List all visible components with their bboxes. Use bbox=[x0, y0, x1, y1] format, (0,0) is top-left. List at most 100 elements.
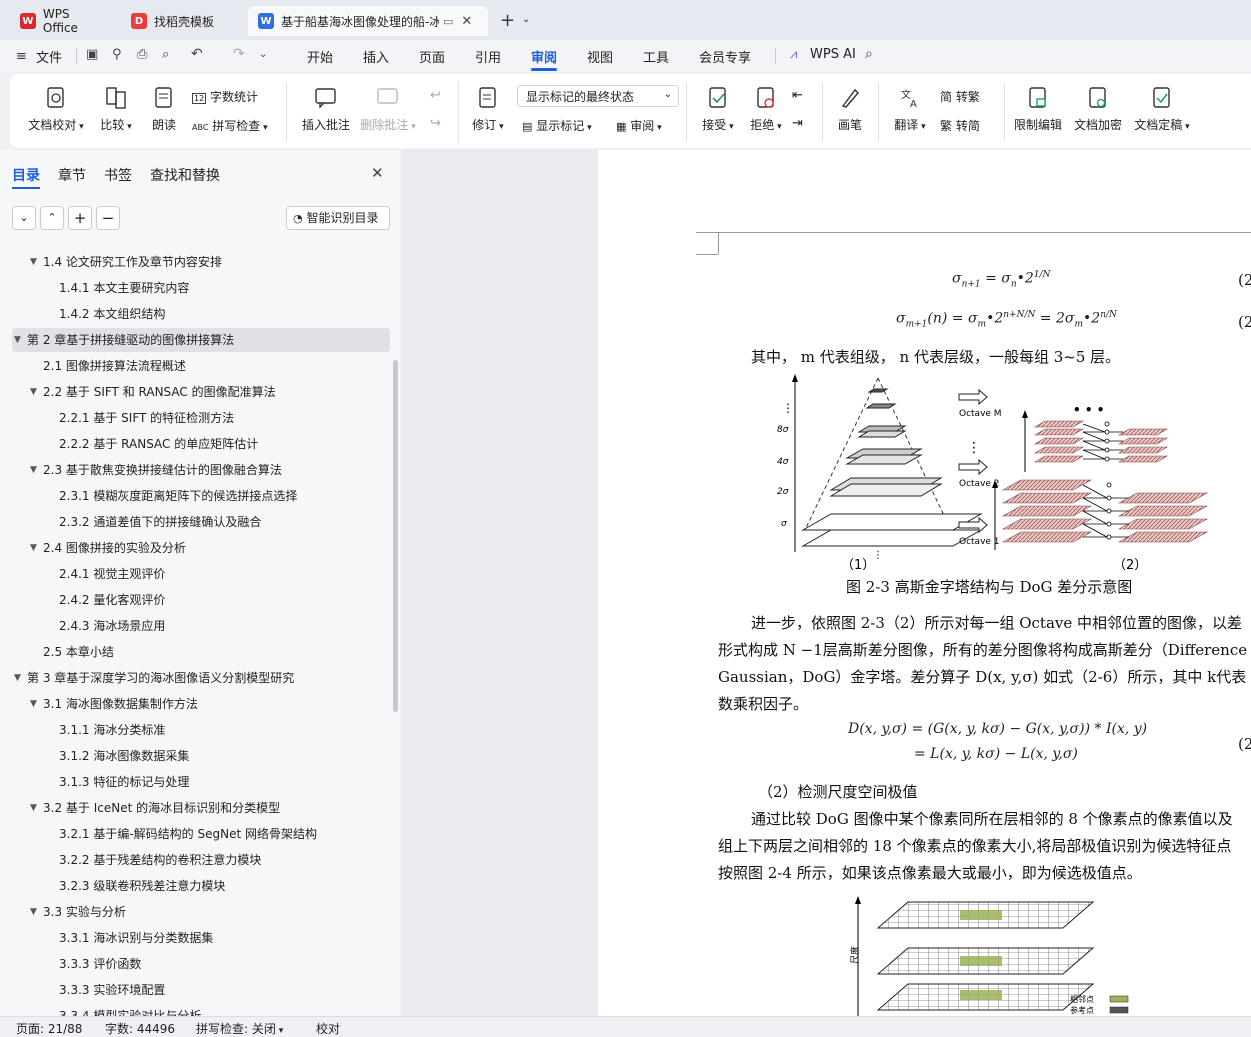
delete-comment-button[interactable]: 删除批注 ▾ bbox=[360, 86, 416, 133]
review-pane-button[interactable]: ▦ 审阅 ▾ bbox=[616, 117, 662, 134]
to-traditional-button[interactable]: 简 转繁 bbox=[940, 88, 980, 105]
expand-triangle-icon[interactable]: ▼ bbox=[30, 796, 37, 820]
toc-item[interactable]: 3.2.3 级联卷积残差注意力模块 bbox=[12, 874, 390, 898]
toc-item[interactable]: 3.2.1 基于编-解码结构的 SegNet 网络骨架结构 bbox=[12, 822, 390, 846]
remove-icon[interactable]: − bbox=[96, 206, 120, 230]
sidebar-tab-bookmark[interactable]: 书签 bbox=[104, 165, 132, 185]
undo-icon[interactable]: ↶ bbox=[191, 46, 203, 62]
tab-wps-office[interactable]: W WPS Office bbox=[10, 6, 118, 36]
toc-item[interactable]: 2.3.2 通道差值下的拼接缝确认及融合 bbox=[12, 510, 390, 534]
toc-item[interactable]: 2.4.2 量化客观评价 bbox=[12, 588, 390, 612]
toc-item[interactable]: 2.3.1 模糊灰度距离矩阵下的候选拼接点选择 bbox=[12, 484, 390, 508]
toc-item[interactable]: 2.2.1 基于 SIFT 的特征检测方法 bbox=[12, 406, 390, 430]
accept-button[interactable]: 接受 ▾ bbox=[696, 86, 740, 133]
toc-item[interactable]: 3.1.1 海冰分类标准 bbox=[12, 718, 390, 742]
collapse-up-icon[interactable]: ⌃ bbox=[40, 206, 64, 230]
expand-triangle-icon[interactable]: ▼ bbox=[30, 900, 37, 924]
sidebar-tab-toc[interactable]: 目录 bbox=[12, 165, 40, 185]
close-icon[interactable]: ✕ bbox=[461, 14, 472, 29]
toc-item[interactable]: ▼ 2.2 基于 SIFT 和 RANSAC 的图像配准算法 bbox=[12, 380, 390, 404]
pen-button[interactable]: 画笔 bbox=[832, 86, 868, 133]
encrypt-button[interactable]: 文档加密 bbox=[1072, 86, 1124, 133]
toc-item[interactable]: ▼ 3.1 海冰图像数据集制作方法 bbox=[12, 692, 390, 716]
toc-item[interactable]: ▼ 2.3 基于散焦变换拼接缝估计的图像融合算法 bbox=[12, 458, 390, 482]
wps-ai-icon[interactable]: ⩘ bbox=[790, 47, 797, 62]
menu-view[interactable]: 视图 bbox=[587, 47, 613, 66]
compare-button[interactable]: 比较 ▾ bbox=[96, 86, 136, 133]
menu-wps-ai[interactable]: WPS AI bbox=[810, 47, 856, 62]
next-revision-icon[interactable]: ⇥ bbox=[792, 116, 803, 131]
toc-item[interactable]: ▼ 2.4 图像拼接的实验及分析 bbox=[12, 536, 390, 560]
new-tab-icon[interactable]: + bbox=[500, 10, 515, 31]
toc-item[interactable]: 2.5 本章小结 bbox=[12, 640, 390, 664]
restrict-edit-button[interactable]: 限制编辑 bbox=[1012, 86, 1064, 133]
smart-toc-button[interactable]: ◔ 智能识别目录 bbox=[286, 206, 390, 230]
toc-item[interactable]: ▼ 3.3 实验与分析 bbox=[12, 900, 390, 924]
screen-icon[interactable]: ▭ bbox=[443, 15, 453, 28]
document-page[interactable]: σn+1 = σn•21/N (2 σm+1(n) = σm•2n+N/N = … bbox=[598, 150, 1251, 1016]
translate-button[interactable]: 文A 翻译 ▾ bbox=[888, 86, 932, 133]
menu-insert[interactable]: 插入 bbox=[363, 47, 389, 66]
save-icon[interactable]: ▣ bbox=[86, 47, 98, 62]
toc-item[interactable]: 3.1.2 海冰图像数据采集 bbox=[12, 744, 390, 768]
spell-check-status[interactable]: 拼写检查: 关闭 ▾ bbox=[196, 1020, 283, 1037]
menu-tools[interactable]: 工具 bbox=[643, 47, 669, 66]
share-icon[interactable]: ⚲ bbox=[112, 47, 122, 62]
expand-down-icon[interactable]: ⌄ bbox=[12, 206, 36, 230]
toc-item[interactable]: 2.1 图像拼接算法流程概述 bbox=[12, 354, 390, 378]
menu-file[interactable]: 文件 bbox=[36, 47, 62, 66]
toc-item[interactable]: 3.3.3 实验环境配置 bbox=[12, 978, 390, 1002]
tab-document[interactable]: W 基于船基海冰图像处理的船-冰 ▭ ✕ bbox=[248, 6, 488, 36]
search-icon[interactable]: ⌕ bbox=[865, 46, 873, 62]
redo-icon[interactable]: ↷ bbox=[233, 46, 245, 62]
insert-comment-button[interactable]: 插入批注 bbox=[298, 86, 354, 133]
menu-page[interactable]: 页面 bbox=[419, 47, 445, 66]
menu-reference[interactable]: 引用 bbox=[475, 47, 501, 66]
print-icon[interactable]: ⎙ bbox=[137, 47, 147, 62]
hamburger-icon[interactable]: ≡ bbox=[16, 49, 27, 64]
toc-item[interactable]: 2.4.1 视觉主观评价 bbox=[12, 562, 390, 586]
toc-item[interactable]: 3.1.3 特征的标记与处理 bbox=[12, 770, 390, 794]
menu-member[interactable]: 会员专享 bbox=[699, 47, 751, 66]
expand-triangle-icon[interactable]: ▼ bbox=[14, 328, 21, 352]
toc-item[interactable]: ▼ 第 2 章基于拼接缝驱动的图像拼接算法 bbox=[12, 328, 390, 352]
proofread-status[interactable]: 校对 bbox=[316, 1020, 340, 1037]
show-markup-button[interactable]: ▤ 显示标记 ▾ bbox=[522, 117, 592, 134]
expand-triangle-icon[interactable]: ▼ bbox=[30, 458, 37, 482]
menu-start[interactable]: 开始 bbox=[307, 47, 333, 66]
word-count[interactable]: 字数: 44496 bbox=[105, 1020, 175, 1037]
chevron-down-icon[interactable]: ⌄ bbox=[522, 14, 530, 25]
toc-item[interactable]: ▼ 第 3 章基于深度学习的海冰图像语义分割模型研究 bbox=[12, 666, 390, 690]
prev-revision-icon[interactable]: ⇤ bbox=[792, 88, 803, 103]
tab-template[interactable]: D 找稻壳模板 bbox=[121, 6, 245, 36]
add-icon[interactable]: + bbox=[68, 206, 92, 230]
scrollbar[interactable] bbox=[393, 360, 398, 712]
markup-state-select[interactable]: 显示标记的最终状态 ⌄ bbox=[517, 85, 679, 107]
toc-item[interactable]: ▼ 1.4 论文研究工作及章节内容安排 bbox=[12, 250, 390, 274]
toc-item[interactable]: 1.4.2 本文组织结构 bbox=[12, 302, 390, 326]
expand-triangle-icon[interactable]: ▼ bbox=[14, 666, 21, 690]
toc-item[interactable]: 3.2.2 基于残差结构的卷积注意力模块 bbox=[12, 848, 390, 872]
sidebar-tab-chapter[interactable]: 章节 bbox=[58, 165, 86, 185]
toc-item[interactable]: 1.4.1 本文主要研究内容 bbox=[12, 276, 390, 300]
expand-triangle-icon[interactable]: ▼ bbox=[30, 380, 37, 404]
menu-review[interactable]: 审阅 bbox=[531, 47, 557, 66]
close-icon[interactable]: ✕ bbox=[371, 164, 384, 182]
print-preview-icon[interactable]: ⌕ bbox=[162, 47, 169, 62]
to-simplified-button[interactable]: 繁 转简 bbox=[940, 117, 980, 134]
finalize-button[interactable]: 文档定稿 ▾ bbox=[1132, 86, 1192, 133]
toc-item[interactable]: 3.3.3 评价函数 bbox=[12, 952, 390, 976]
prev-comment-icon[interactable]: ↩ bbox=[430, 88, 441, 103]
sidebar-tab-find-replace[interactable]: 查找和替换 bbox=[150, 165, 220, 185]
spell-check-button[interactable]: ABC 拼写检查 ▾ bbox=[192, 117, 268, 134]
toc-item[interactable]: 2.4.3 海冰场景应用 bbox=[12, 614, 390, 638]
expand-triangle-icon[interactable]: ▼ bbox=[30, 692, 37, 716]
toc-item[interactable]: 2.2.2 基于 RANSAC 的单应矩阵估计 bbox=[12, 432, 390, 456]
expand-triangle-icon[interactable]: ▼ bbox=[30, 536, 37, 560]
page-indicator[interactable]: 页面: 21/88 bbox=[16, 1020, 82, 1037]
word-count-button[interactable]: 12 字数统计 bbox=[192, 88, 258, 105]
revise-button[interactable]: 修订 ▾ bbox=[466, 86, 510, 133]
toc-item[interactable]: ▼ 3.2 基于 IceNet 的海冰目标识别和分类模型 bbox=[12, 796, 390, 820]
chevron-down-icon[interactable]: ⌄ bbox=[259, 49, 267, 60]
reject-button[interactable]: 拒绝 ▾ bbox=[744, 86, 788, 133]
